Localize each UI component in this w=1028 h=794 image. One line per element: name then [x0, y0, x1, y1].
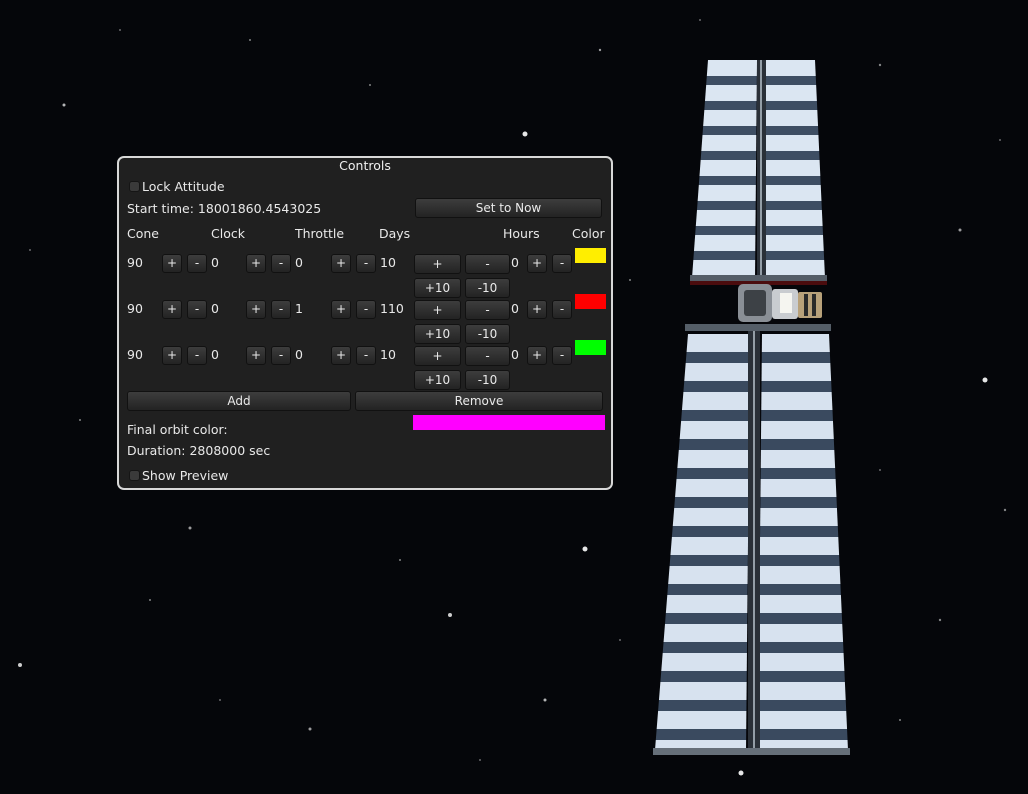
days-minus-button[interactable]: -: [465, 300, 510, 320]
clock-value: 0: [211, 301, 219, 316]
throttle-value: 0: [295, 347, 303, 362]
cone-value: 90: [127, 255, 143, 270]
throttle-minus-button[interactable]: -: [356, 300, 376, 319]
lock-attitude-label[interactable]: Lock Attitude: [142, 179, 225, 194]
remove-button[interactable]: Remove: [355, 391, 603, 411]
days-plus10-button[interactable]: +10: [414, 278, 461, 298]
days-minus-button[interactable]: -: [465, 346, 510, 366]
clock-plus-button[interactable]: +: [246, 346, 266, 365]
throttle-value: 0: [295, 255, 303, 270]
hours-minus-button[interactable]: -: [552, 346, 572, 365]
days-minus10-button[interactable]: -10: [465, 278, 510, 298]
days-plus10-button[interactable]: +10: [414, 370, 461, 390]
show-preview-checkbox[interactable]: [129, 470, 140, 481]
row-color-swatch[interactable]: [575, 248, 606, 263]
header-clock: Clock: [211, 226, 245, 241]
header-cone: Cone: [127, 226, 159, 241]
hours-minus-button[interactable]: -: [552, 300, 572, 319]
clock-plus-button[interactable]: +: [246, 300, 266, 319]
days-value: 110: [380, 301, 404, 316]
days-value: 10: [380, 347, 396, 362]
days-plus-button[interactable]: +: [414, 346, 461, 366]
throttle-value: 1: [295, 301, 303, 316]
hours-plus-button[interactable]: +: [527, 346, 547, 365]
duration-label: Duration: 2808000 sec: [127, 443, 271, 458]
set-to-now-button[interactable]: Set to Now: [415, 198, 602, 218]
cone-minus-button[interactable]: -: [187, 346, 207, 365]
clock-minus-button[interactable]: -: [271, 346, 291, 365]
days-minus10-button[interactable]: -10: [465, 370, 510, 390]
final-orbit-color-label: Final orbit color:: [127, 422, 228, 437]
controls-window: Controls Lock Attitude Start time: 18001…: [117, 156, 613, 490]
start-time-label: Start time: 18001860.4543025: [127, 201, 322, 216]
clock-minus-button[interactable]: -: [271, 254, 291, 273]
clock-minus-button[interactable]: -: [271, 300, 291, 319]
throttle-minus-button[interactable]: -: [356, 346, 376, 365]
hours-plus-button[interactable]: +: [527, 254, 547, 273]
window-title[interactable]: Controls: [119, 158, 611, 173]
hours-value: 0: [511, 255, 519, 270]
hours-plus-button[interactable]: +: [527, 300, 547, 319]
lock-attitude-checkbox[interactable]: [129, 181, 140, 192]
days-minus10-button[interactable]: -10: [465, 324, 510, 344]
cone-minus-button[interactable]: -: [187, 254, 207, 273]
throttle-minus-button[interactable]: -: [356, 254, 376, 273]
cone-value: 90: [127, 301, 143, 316]
cone-plus-button[interactable]: +: [162, 254, 182, 273]
satellite: [653, 60, 850, 755]
show-preview-label[interactable]: Show Preview: [142, 468, 228, 483]
throttle-plus-button[interactable]: +: [331, 300, 351, 319]
header-hours: Hours: [503, 226, 540, 241]
clock-value: 0: [211, 255, 219, 270]
cone-plus-button[interactable]: +: [162, 346, 182, 365]
days-minus-button[interactable]: -: [465, 254, 510, 274]
final-orbit-color-swatch[interactable]: [413, 415, 605, 430]
clock-plus-button[interactable]: +: [246, 254, 266, 273]
hours-value: 0: [511, 301, 519, 316]
hours-minus-button[interactable]: -: [552, 254, 572, 273]
days-plus10-button[interactable]: +10: [414, 324, 461, 344]
days-value: 10: [380, 255, 396, 270]
header-color: Color: [572, 226, 605, 241]
days-plus-button[interactable]: +: [414, 254, 461, 274]
header-days: Days: [379, 226, 411, 241]
add-button[interactable]: Add: [127, 391, 351, 411]
header-throttle: Throttle: [295, 226, 345, 241]
days-plus-button[interactable]: +: [414, 300, 461, 320]
row-color-swatch[interactable]: [575, 294, 606, 309]
cone-minus-button[interactable]: -: [187, 300, 207, 319]
throttle-plus-button[interactable]: +: [331, 346, 351, 365]
row-color-swatch[interactable]: [575, 340, 606, 355]
cone-value: 90: [127, 347, 143, 362]
throttle-plus-button[interactable]: +: [331, 254, 351, 273]
hours-value: 0: [511, 347, 519, 362]
cone-plus-button[interactable]: +: [162, 300, 182, 319]
clock-value: 0: [211, 347, 219, 362]
